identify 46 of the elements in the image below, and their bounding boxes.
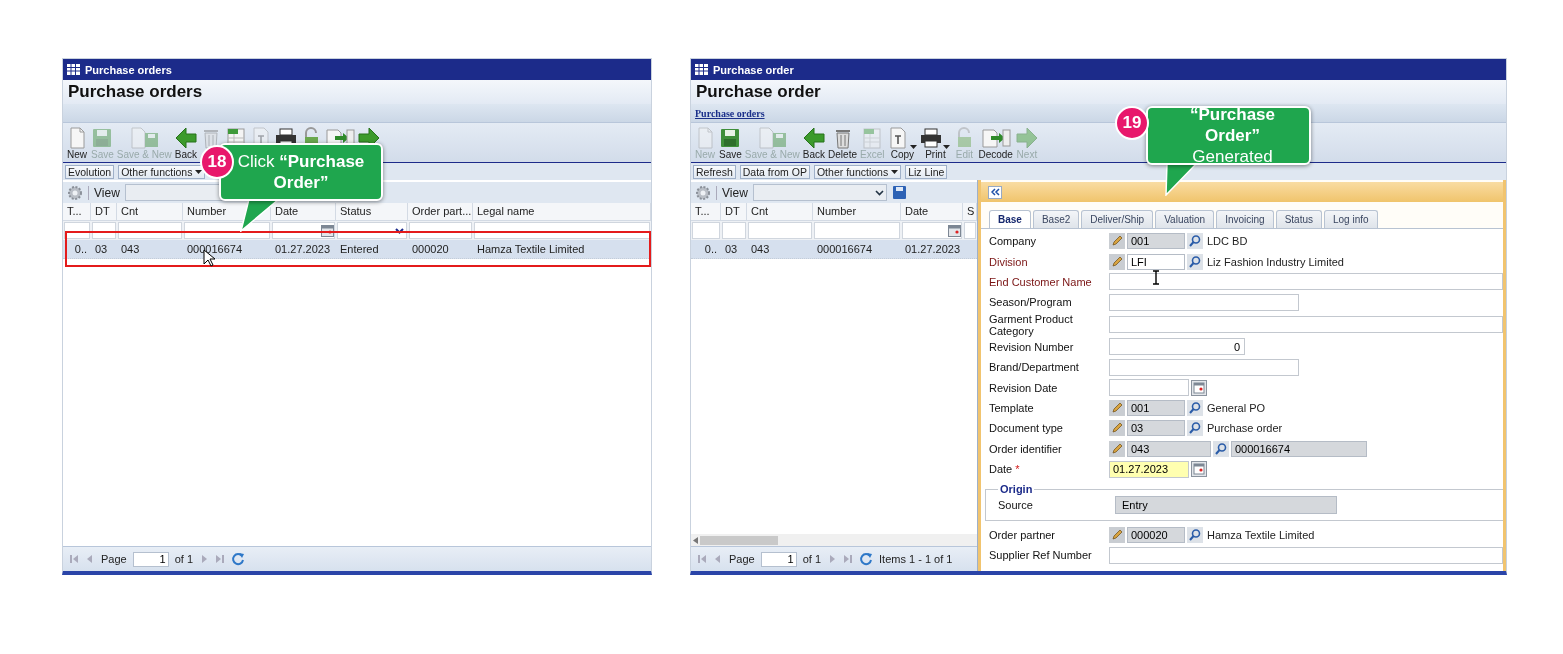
view-label: View	[716, 185, 748, 200]
field-label: Division	[989, 255, 1028, 268]
required-marker: *	[1015, 463, 1020, 476]
table-cell-text: 000016674	[816, 242, 874, 257]
field-label: Garment Product Category	[989, 312, 1074, 337]
field-label: Document type	[989, 422, 1063, 435]
table-cell-text: Entered	[339, 242, 380, 257]
table-cell-text: 03	[94, 242, 109, 257]
field-label: End Customer Name	[989, 275, 1092, 288]
page-label: Page	[729, 553, 755, 565]
field-label: Revision Date	[989, 381, 1058, 394]
table-cell-text: 043	[750, 242, 771, 257]
table-cell-text: 043	[120, 242, 141, 257]
table-cell-text: 0..	[703, 242, 718, 257]
table-cell-text: 03	[724, 242, 739, 257]
field-label: Supplier Ref Number	[989, 549, 1092, 562]
window-title: Purchase orders	[85, 63, 172, 76]
description-text: Liz Fashion Industry Limited	[1207, 255, 1344, 268]
window-title: Purchase order	[713, 63, 794, 76]
table-cell-text: 000016674	[186, 242, 244, 257]
field-label: Template	[989, 401, 1034, 414]
group-title: Origin	[1000, 483, 1033, 496]
page-heading: Purchase order	[696, 82, 821, 102]
field-label: Brand/Department	[989, 361, 1079, 374]
field-label: Source	[998, 499, 1033, 512]
table-cell-text: 0..	[73, 242, 88, 257]
table-cell-text: 01.27.2023	[274, 242, 332, 257]
items-count: Items 1 - 1 of 1	[879, 553, 953, 565]
page-count: of 1	[802, 553, 822, 565]
table-cell-text: 000020	[411, 242, 450, 257]
description-text: General PO	[1207, 401, 1266, 414]
view-label: View	[88, 185, 120, 200]
table-cell-text: 01.27.2023	[904, 242, 962, 257]
description-text: Purchase order	[1207, 422, 1283, 435]
field-label: Revision Number	[989, 340, 1074, 353]
page-heading: Purchase orders	[68, 82, 203, 102]
table-cell-text: Hamza Textile Limited	[476, 242, 586, 257]
field-label: Company	[989, 235, 1037, 248]
field-label: Date	[989, 463, 1013, 476]
field-label: Order identifier	[989, 442, 1062, 455]
field-label: Season/Program	[989, 296, 1072, 309]
page-label: Page	[101, 553, 127, 565]
page-count: of 1	[174, 553, 194, 565]
description-text: LDC BD	[1207, 235, 1248, 248]
description-text: Hamza Textile Limited	[1207, 528, 1315, 541]
field-label: Order partner	[989, 528, 1056, 541]
